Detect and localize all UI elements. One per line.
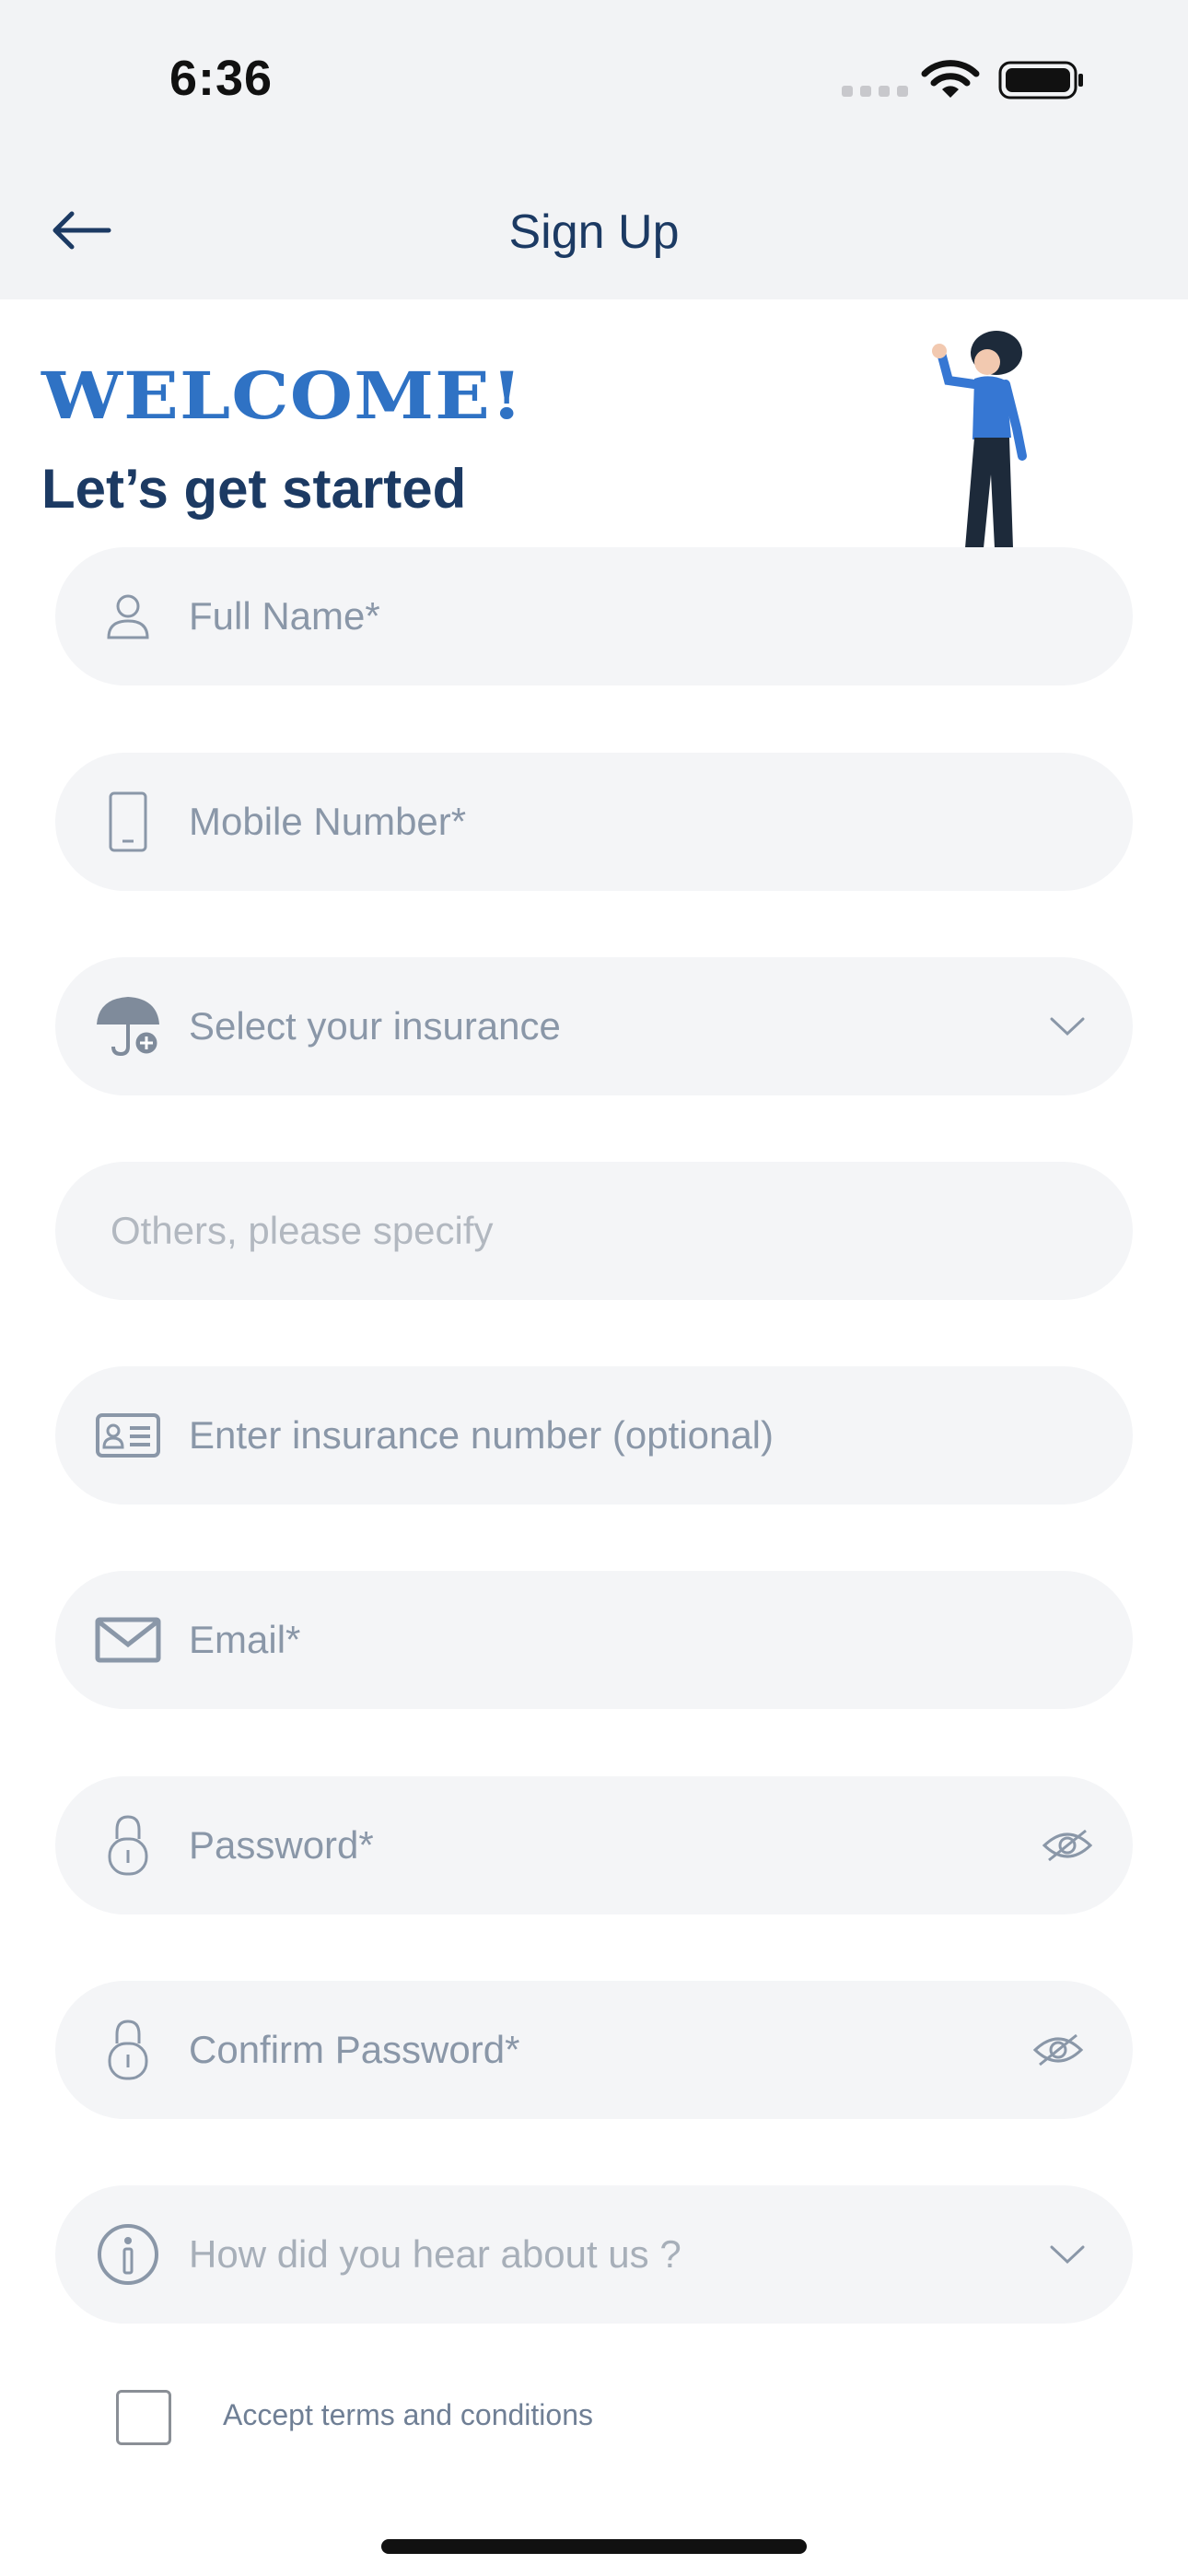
hear-about-us-select-field[interactable]: How did you hear about us ? [55,2185,1133,2324]
others-specify-input[interactable]: Others, please specify [111,1162,494,1300]
full-name-input[interactable]: Full Name* [189,547,380,685]
user-icon [94,582,162,650]
insurance-select-field[interactable]: Select your insurance [55,957,1133,1095]
eye-off-icon[interactable] [1026,2022,1090,2078]
mobile-number-input[interactable]: Mobile Number* [189,753,466,891]
welcome-heading: WELCOME! [41,357,524,434]
chevron-down-icon[interactable] [1035,2227,1100,2282]
mobile-number-field[interactable]: Mobile Number* [55,753,1133,891]
lock-icon [94,2016,162,2084]
insurance-number-input[interactable]: Enter insurance number (optional) [189,1366,774,1505]
welcome-subheading: Let’s get started [41,458,467,520]
hear-about-us-select[interactable]: How did you hear about us ? [189,2185,681,2324]
waving-woman-illustration [932,331,1027,548]
mobile-icon [94,788,162,856]
terms-checkbox[interactable] [116,2390,171,2445]
umbrella-icon [94,992,162,1060]
wifi-icon [921,60,980,98]
chevron-down-icon[interactable] [1035,999,1100,1054]
password-field[interactable]: Password* [55,1776,1133,1914]
info-icon [94,2220,162,2289]
eye-off-icon[interactable] [1035,1818,1100,1873]
id-card-icon [94,1401,162,1469]
email-field[interactable]: Email* [55,1571,1133,1709]
signal-icon [842,86,908,97]
email-input[interactable]: Email* [189,1571,300,1709]
others-specify-field[interactable]: Others, please specify [55,1162,1133,1300]
status-time: 6:36 [169,51,274,106]
sign-up-screen: 6:36 Sign Up WELCOME! Let’s get started [0,0,1188,2576]
insurance-number-field[interactable]: Enter insurance number (optional) [55,1366,1133,1505]
page-title: Sign Up [508,205,680,259]
confirm-password-field[interactable]: Confirm Password* [55,1981,1133,2119]
top-bar: 6:36 Sign Up [0,0,1188,299]
battery-icon [998,61,1083,100]
terms-label[interactable]: Accept terms and conditions [223,2398,593,2432]
home-indicator [381,2539,807,2554]
insurance-select[interactable]: Select your insurance [189,957,561,1095]
password-input[interactable]: Password* [189,1776,374,1914]
full-name-field[interactable]: Full Name* [55,547,1133,685]
mail-icon [94,1606,162,1674]
confirm-password-input[interactable]: Confirm Password* [189,1981,519,2119]
lock-icon [94,1811,162,1879]
